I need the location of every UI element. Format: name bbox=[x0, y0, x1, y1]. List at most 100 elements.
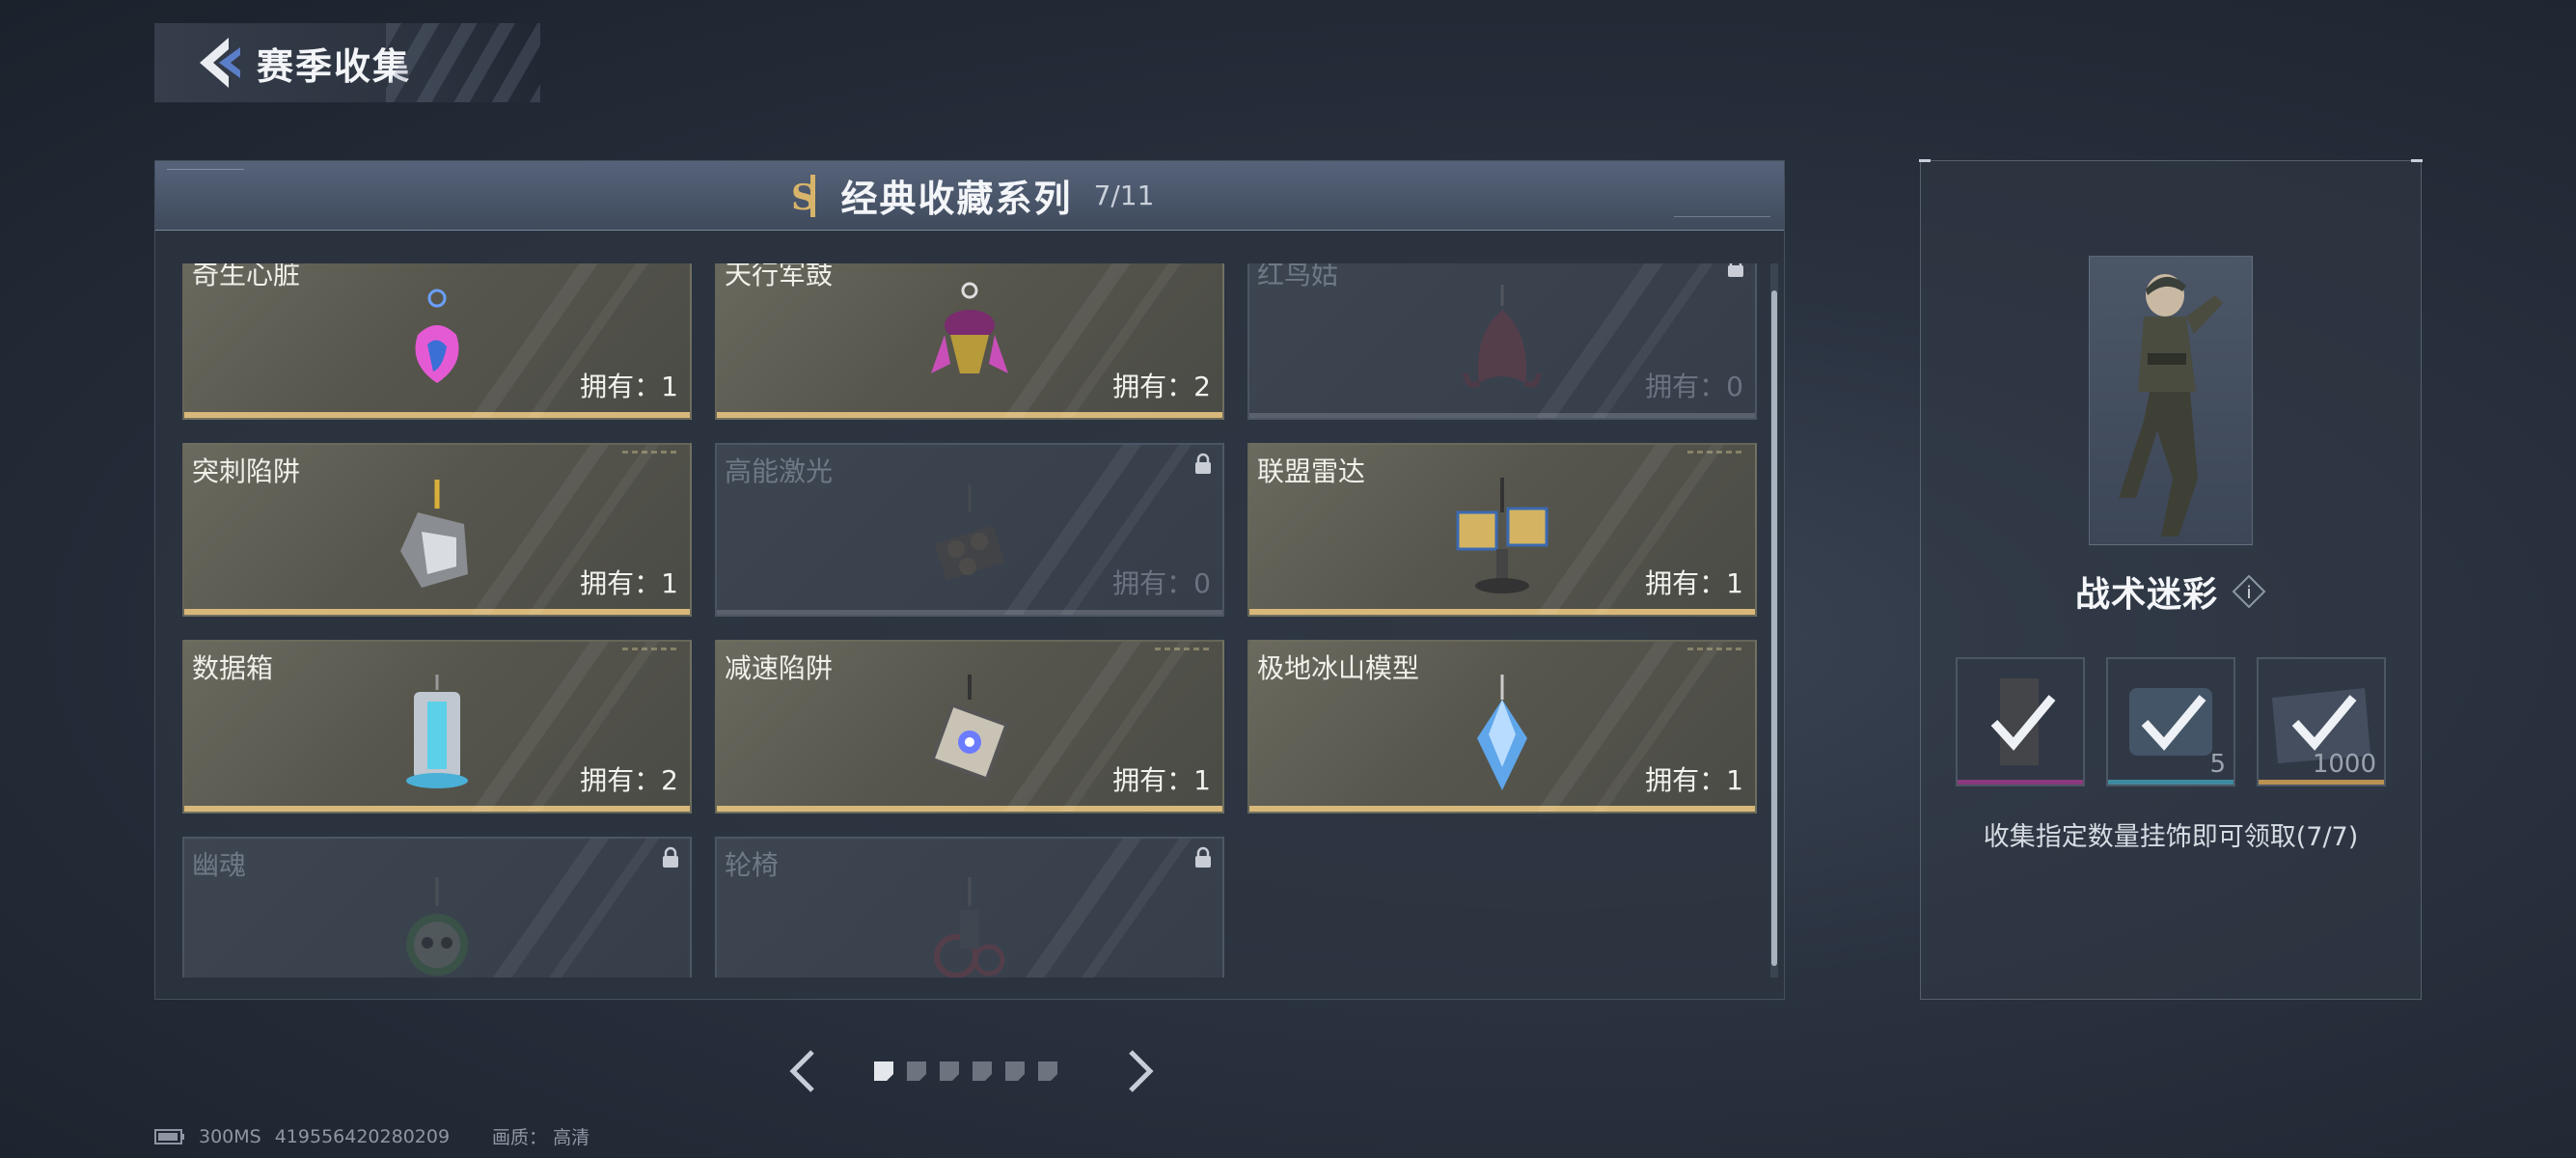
battery-icon bbox=[154, 1128, 184, 1144]
progress-bar bbox=[717, 412, 1222, 418]
reward-rarity-bar bbox=[1958, 780, 2083, 785]
series-count: 7/11 bbox=[1093, 179, 1155, 211]
spike-trap-charm-icon bbox=[400, 480, 468, 588]
claimed-check-icon bbox=[1990, 695, 2056, 751]
collection-card[interactable]: 轮椅 bbox=[715, 837, 1224, 978]
item-name: 突刺陷阱 bbox=[192, 455, 301, 487]
pagination bbox=[772, 1042, 1177, 1100]
pink-heart-charm-icon bbox=[415, 289, 459, 383]
prev-page-icon[interactable] bbox=[780, 1042, 824, 1100]
owned-count: 拥有：1 bbox=[1645, 764, 1743, 796]
reward-slot[interactable]: 5 bbox=[2106, 657, 2235, 786]
slow-trap-charm-icon bbox=[929, 675, 1010, 783]
card-corner-decor bbox=[622, 648, 680, 650]
page-dot[interactable] bbox=[1005, 1062, 1025, 1081]
progress-bar bbox=[1249, 806, 1755, 812]
reward-panel: 战术迷彩 i 5 1000 收集指定数量挂饰即可领取(7/7) bbox=[1919, 159, 2423, 1000]
progress-bar bbox=[717, 610, 1222, 615]
owned-count: 拥有：1 bbox=[1645, 567, 1743, 599]
owned-count: 拥有：2 bbox=[1112, 371, 1211, 402]
item-name: 极地冰山模型 bbox=[1257, 652, 1420, 684]
progress-bar bbox=[1249, 413, 1755, 418]
skin-name: 战术迷彩 bbox=[2074, 575, 2218, 615]
claimed-check-icon bbox=[2141, 695, 2206, 751]
collection-card[interactable]: 奇生心脏拥有：1 bbox=[182, 263, 692, 420]
item-name: 天行军鼓 bbox=[725, 263, 834, 290]
progress-bar bbox=[184, 806, 690, 812]
items-scroll-area[interactable]: 奇生心脏 拥有：1 天行军鼓 拥有：2 红鸟姑 拥有：0 突刺陷阱 拥有：1 高能激光 拥有：0 联… bbox=[182, 263, 1761, 978]
lock-icon bbox=[663, 846, 678, 868]
owned-count: 拥有：1 bbox=[580, 371, 678, 402]
page-dot[interactable] bbox=[1038, 1062, 1057, 1081]
item-name: 联盟雷达 bbox=[1257, 455, 1366, 487]
laser-charm-icon bbox=[934, 483, 1005, 581]
page-dot[interactable] bbox=[874, 1062, 893, 1081]
soldier-figure-icon bbox=[2119, 274, 2223, 537]
header-decor-right bbox=[1674, 216, 1770, 220]
series-title: 经典收藏系列 bbox=[840, 178, 1073, 220]
collection-card[interactable]: 高能激光拥有：0 bbox=[715, 443, 1224, 617]
progress-bar bbox=[717, 806, 1222, 812]
reward-slot[interactable]: 1000 bbox=[2257, 657, 2386, 786]
progress-bar bbox=[1249, 609, 1755, 615]
top-bar: 赛季收集 bbox=[154, 23, 540, 102]
collection-card[interactable]: 红鸟姑 拥有：0 bbox=[1247, 263, 1757, 420]
card-corner-decor bbox=[1155, 648, 1213, 650]
scrollbar[interactable] bbox=[1770, 263, 1778, 978]
progress-bar bbox=[184, 609, 690, 615]
data-box-charm-icon bbox=[406, 675, 468, 788]
item-name: 轮椅 bbox=[725, 849, 780, 881]
owned-count: 拥有：0 bbox=[1645, 371, 1743, 402]
next-page-icon[interactable] bbox=[1119, 1042, 1164, 1100]
owned-count: 拥有：2 bbox=[580, 764, 678, 796]
item-name: 高能激光 bbox=[725, 455, 834, 487]
radar-charm-icon bbox=[1456, 478, 1548, 593]
items-grid: 奇生心脏 拥有：1 天行军鼓 拥有：2 红鸟姑 拥有：0 突刺陷阱 拥有：1 高能激光 拥有：0 联… bbox=[182, 263, 1757, 978]
page-dot[interactable] bbox=[907, 1062, 926, 1081]
series-logo-icon: S bbox=[791, 174, 816, 218]
progress-bar bbox=[184, 412, 690, 418]
latency-text: 300MS bbox=[199, 1125, 261, 1147]
reward-slot[interactable] bbox=[1956, 657, 2085, 786]
decorative-stripes bbox=[386, 23, 540, 102]
page-dot[interactable] bbox=[973, 1062, 992, 1081]
collection-card[interactable]: 天行军鼓拥有：2 bbox=[715, 263, 1224, 420]
collection-card[interactable]: 极地冰山模型拥有：1 bbox=[1247, 640, 1757, 813]
reward-quantity: 1000 bbox=[2312, 750, 2376, 779]
wheelchair-charm-icon bbox=[934, 877, 1005, 978]
reward-quantity: 5 bbox=[2209, 750, 2226, 779]
reward-list: 5 1000 bbox=[1956, 657, 2386, 786]
collection-panel: S 经典收藏系列 7/11 奇生心脏 拥有：1 天行军鼓 拥有：2 红鸟姑 拥有：0 突刺陷… bbox=[154, 160, 1785, 1000]
ghost-skull-charm-icon bbox=[406, 877, 468, 976]
card-corner-decor bbox=[622, 451, 680, 454]
card-corner-decor bbox=[1687, 451, 1745, 454]
collection-card[interactable]: 减速陷阱 拥有：1 bbox=[715, 640, 1224, 813]
collection-card[interactable]: 联盟雷达拥有：1 bbox=[1247, 443, 1757, 617]
skin-portrait[interactable] bbox=[2089, 256, 2253, 545]
page-dot[interactable] bbox=[940, 1062, 959, 1081]
claimed-check-icon bbox=[2291, 695, 2357, 751]
owned-count: 拥有：1 bbox=[1112, 764, 1211, 796]
back-button[interactable] bbox=[183, 29, 251, 96]
info-icon[interactable]: i bbox=[2232, 574, 2266, 609]
svg-text:i: i bbox=[2246, 583, 2251, 603]
card-corner-decor bbox=[1687, 648, 1745, 650]
back-chevron-icon bbox=[200, 38, 240, 88]
collection-card[interactable]: 突刺陷阱拥有：1 bbox=[182, 443, 692, 617]
collect-requirement-text: 收集指定数量挂饰即可领取(7/7) bbox=[1983, 822, 2359, 852]
owned-count: 拥有：1 bbox=[580, 567, 678, 599]
iceberg-charm-icon bbox=[1477, 675, 1527, 790]
skin-name-row: 战术迷彩 i bbox=[1921, 566, 2421, 617]
war-drum-charm-icon bbox=[931, 282, 1008, 373]
collection-card[interactable]: 数据箱拥有：2 bbox=[182, 640, 692, 813]
status-bar: 300MS 419556420280209 画质： 高清 bbox=[154, 1123, 589, 1149]
lock-icon bbox=[1195, 453, 1211, 474]
red-bird-charm-icon bbox=[1463, 285, 1542, 388]
reward-rarity-bar bbox=[2259, 780, 2384, 785]
item-name: 奇生心脏 bbox=[192, 263, 301, 290]
owned-count: 拥有：0 bbox=[1112, 567, 1211, 599]
scrollbar-thumb[interactable] bbox=[1771, 290, 1777, 966]
reward-rarity-bar bbox=[2108, 780, 2233, 785]
item-name: 数据箱 bbox=[192, 652, 274, 684]
collection-card[interactable]: 幽魂 bbox=[182, 837, 692, 978]
